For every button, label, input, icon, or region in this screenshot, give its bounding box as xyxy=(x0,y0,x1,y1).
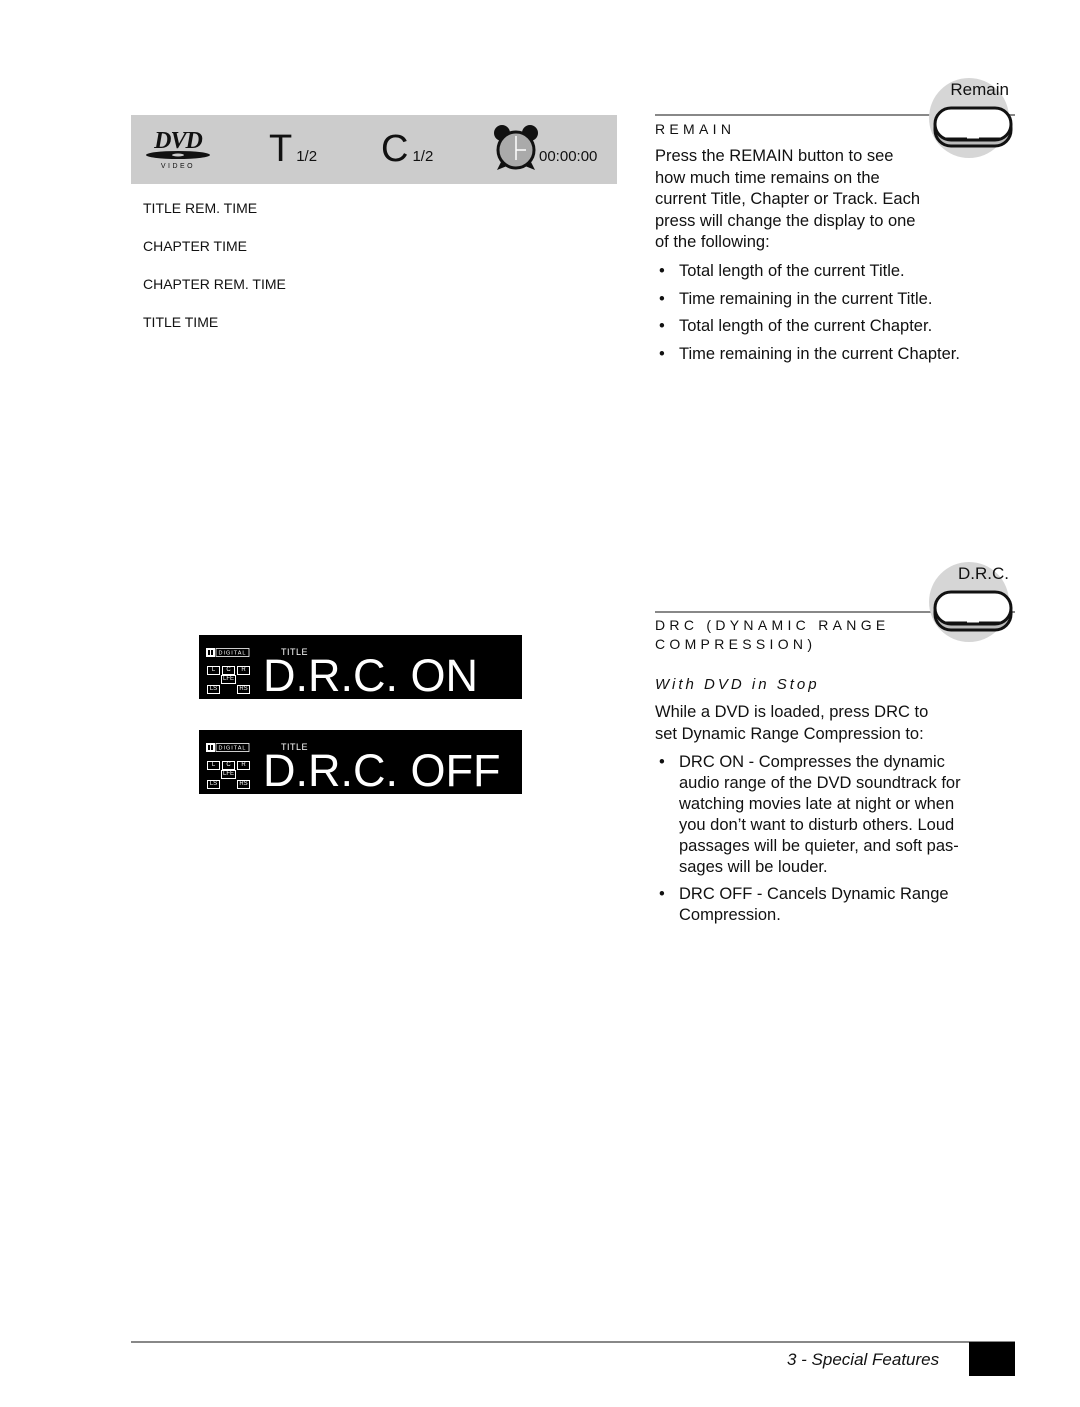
channel-indicator: RS xyxy=(237,685,250,694)
text-line: of the following: xyxy=(655,233,770,251)
osd-status-bar: DVD VIDEO T 1/2 C 1/2 00:00:00 xyxy=(131,115,617,184)
drc-subheading: With DVD in Stop xyxy=(655,676,820,693)
digital-label: DIGITAL xyxy=(219,746,247,752)
alarm-clock-icon xyxy=(494,125,538,170)
drc-button-illustration: D.R.C. xyxy=(925,556,1015,646)
svg-text:DVD: DVD xyxy=(153,128,202,154)
remote-button-icon xyxy=(933,106,1013,148)
title-letter: T xyxy=(269,128,293,170)
channel-indicator: R xyxy=(237,761,250,770)
remain-button-label: Remain xyxy=(950,80,1009,99)
channel-indicator: C xyxy=(222,666,235,675)
lcd-display-drc-on: DIGITAL L C R LFE LS RS TITLE D.R.C. ON xyxy=(199,635,522,701)
list-item-text: Time remaining in the current Title. xyxy=(679,289,933,308)
drc-heading: DRC (DYNAMIC RANGE COMPRESSION) xyxy=(655,616,890,654)
list-item: • DRC OFF - Cancels Dynamic Range Compre… xyxy=(655,884,1015,926)
list-item-line: DRC ON - Compresses the dynamic xyxy=(679,753,945,771)
list-item: • Total length of the current Chapter. xyxy=(655,316,1015,337)
bullet-icon: • xyxy=(659,753,665,771)
title-indicator: T 1/2 xyxy=(269,129,317,177)
list-item-line: Compression. xyxy=(679,906,781,924)
display-mode-item: CHAPTER TIME xyxy=(143,238,247,254)
dolby-digital-icon: DIGITAL xyxy=(206,743,250,752)
drc-bullet-list: • DRC ON - Compresses the dynamic audio … xyxy=(655,752,1015,926)
bullet-icon: • xyxy=(659,317,665,335)
list-item: • Total length of the current Title. xyxy=(655,261,1015,282)
channel-indicator: LS xyxy=(207,685,220,694)
channel-indicator: R xyxy=(237,666,250,675)
list-item-text: Total length of the current Title. xyxy=(679,262,905,280)
drc-description: While a DVD is loaded, press DRC to set … xyxy=(655,702,995,745)
channel-indicator: C xyxy=(222,761,235,770)
list-item: • Time remaining in the current Chapter. xyxy=(655,344,1015,365)
channel-indicator: LFE xyxy=(221,770,236,779)
list-item-line: watching movies late at night or when xyxy=(679,795,955,813)
list-item-text: Total length of the current Chapter. xyxy=(679,317,933,335)
display-mode-item: TITLE REM. TIME xyxy=(143,200,258,216)
heading-line: DRC (DYNAMIC RANGE xyxy=(655,617,890,633)
channel-indicator: LFE xyxy=(221,675,236,684)
list-item: • Time remaining in the current Title. xyxy=(655,289,1015,310)
page-tab-marker xyxy=(969,1342,1015,1376)
list-item-line: passages will be quieter, and soft pas- xyxy=(679,837,959,855)
list-item-line: sages will be louder. xyxy=(679,858,828,876)
bullet-icon: • xyxy=(659,289,665,308)
text-line: press will change the display to one xyxy=(655,211,916,230)
text-line: current Title, Chapter or Track. Each xyxy=(655,190,921,208)
svg-text:VIDEO: VIDEO xyxy=(161,163,195,170)
bullet-icon: • xyxy=(659,344,665,363)
lcd-display-drc-off: DIGITAL L C R LFE LS RS TITLE D.R.C. OFF xyxy=(199,730,522,796)
text-line: Press the REMAIN button to see xyxy=(655,147,894,165)
list-item-text: Time remaining in the current Chapter. xyxy=(679,344,960,363)
remain-heading: REMAIN xyxy=(655,121,736,137)
channel-indicator: L xyxy=(207,666,220,675)
footer-section-label: 3 - Special Features xyxy=(787,1350,940,1369)
text-line: set Dynamic Range Compression to: xyxy=(655,724,924,743)
elapsed-time: 00:00:00 xyxy=(539,148,598,165)
digital-label: DIGITAL xyxy=(219,651,247,657)
bullet-icon: • xyxy=(659,262,665,280)
heading-line: COMPRESSION) xyxy=(655,636,817,652)
remain-bullet-list: • Total length of the current Title. • Tim… xyxy=(655,261,1015,365)
lcd-main-text: D.R.C. OFF xyxy=(263,745,501,796)
text-line: how much time remains on the xyxy=(655,168,880,187)
channel-indicator: LS xyxy=(207,780,220,789)
list-item-line: you don’t want to disturb others. Loud xyxy=(679,816,955,834)
display-mode-item: TITLE TIME xyxy=(143,314,219,330)
bullet-icon: • xyxy=(659,885,665,903)
dolby-digital-icon: DIGITAL xyxy=(206,648,250,657)
dvd-video-logo-icon: DVD VIDEO xyxy=(146,128,210,170)
chapter-indicator: C 1/2 xyxy=(381,129,433,177)
list-item: • DRC ON - Compresses the dynamic audio … xyxy=(655,752,1015,878)
list-item-line: audio range of the DVD soundtrack for xyxy=(679,774,961,792)
display-mode-item: CHAPTER REM. TIME xyxy=(143,276,286,292)
chapter-fraction: 1/2 xyxy=(412,148,434,165)
title-fraction: 1/2 xyxy=(296,148,318,165)
list-item-line: DRC OFF - Cancels Dynamic Range xyxy=(679,885,949,903)
text-line: While a DVD is loaded, press DRC to xyxy=(655,703,929,721)
channel-indicator: L xyxy=(207,761,220,770)
lcd-main-text: D.R.C. ON xyxy=(263,650,479,701)
remain-description: Press the REMAIN button to see how much … xyxy=(655,146,955,254)
chapter-letter: C xyxy=(381,128,409,170)
remote-button-icon xyxy=(933,590,1013,632)
drc-button-label: D.R.C. xyxy=(958,564,1009,583)
channel-indicator: RS xyxy=(237,780,250,789)
footer-divider xyxy=(131,1341,1015,1343)
